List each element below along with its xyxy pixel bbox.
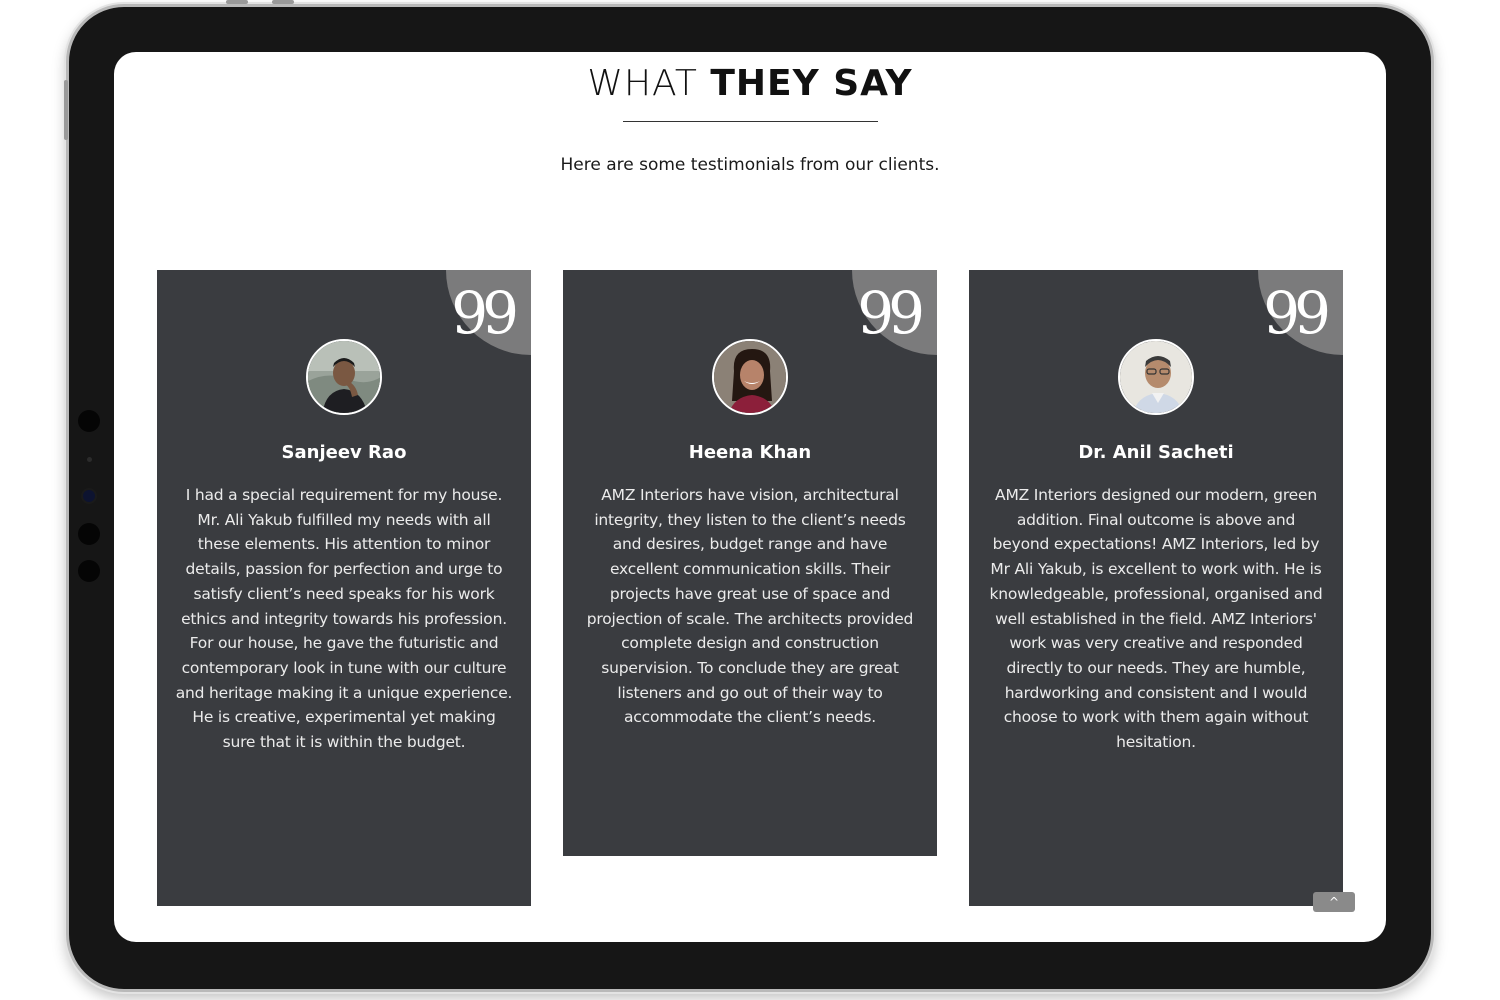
camera-lens	[81, 488, 97, 504]
section-title: WHAT THEY SAY	[114, 56, 1386, 110]
quote-icon: 99	[451, 279, 519, 347]
scroll-to-top-button[interactable]: ^	[1313, 892, 1355, 912]
testimonial-name: Dr. Anil Sacheti	[1078, 442, 1234, 463]
sensor-dot-3	[78, 560, 100, 582]
side-button	[64, 80, 68, 140]
section-subtitle: Here are some testimonials from our clie…	[560, 155, 940, 175]
testimonial-name: Sanjeev Rao	[281, 442, 407, 463]
section-title-bold: THEY SAY	[710, 63, 913, 104]
testimonial-card-heena-khan: 99 Heena Khan AMZ Interiors have vision,…	[563, 270, 937, 856]
avatar	[712, 339, 788, 415]
testimonial-text: I had a special requirement for my house…	[175, 486, 513, 752]
screen: WHAT THEY SAY Here are some testimonials…	[114, 52, 1386, 942]
avatar	[306, 339, 382, 415]
testimonial-card-sanjeev-rao: 99 Sanjeev Rao I had a special requireme…	[157, 270, 531, 906]
sensor-dot-2	[78, 523, 100, 545]
section-title-light: WHAT	[587, 63, 711, 104]
quote-icon: 99	[1263, 279, 1331, 347]
testimonial-text: AMZ Interiors designed our modern, green…	[989, 486, 1323, 752]
chevron-up-icon: ^	[1328, 895, 1340, 909]
sensor-small	[87, 457, 92, 462]
testimonial-text: AMZ Interiors have vision, architectural…	[586, 486, 914, 727]
testimonial-card-anil-sacheti: 99 Dr. Anil Sacheti AMZ Interiors design…	[969, 270, 1343, 906]
quote-icon: 99	[857, 279, 925, 347]
sensor-dot-1	[78, 410, 100, 432]
title-divider	[623, 121, 878, 122]
testimonial-name: Heena Khan	[688, 442, 812, 463]
top-button-left	[226, 0, 248, 4]
top-button-right	[272, 0, 294, 4]
avatar	[1118, 339, 1194, 415]
